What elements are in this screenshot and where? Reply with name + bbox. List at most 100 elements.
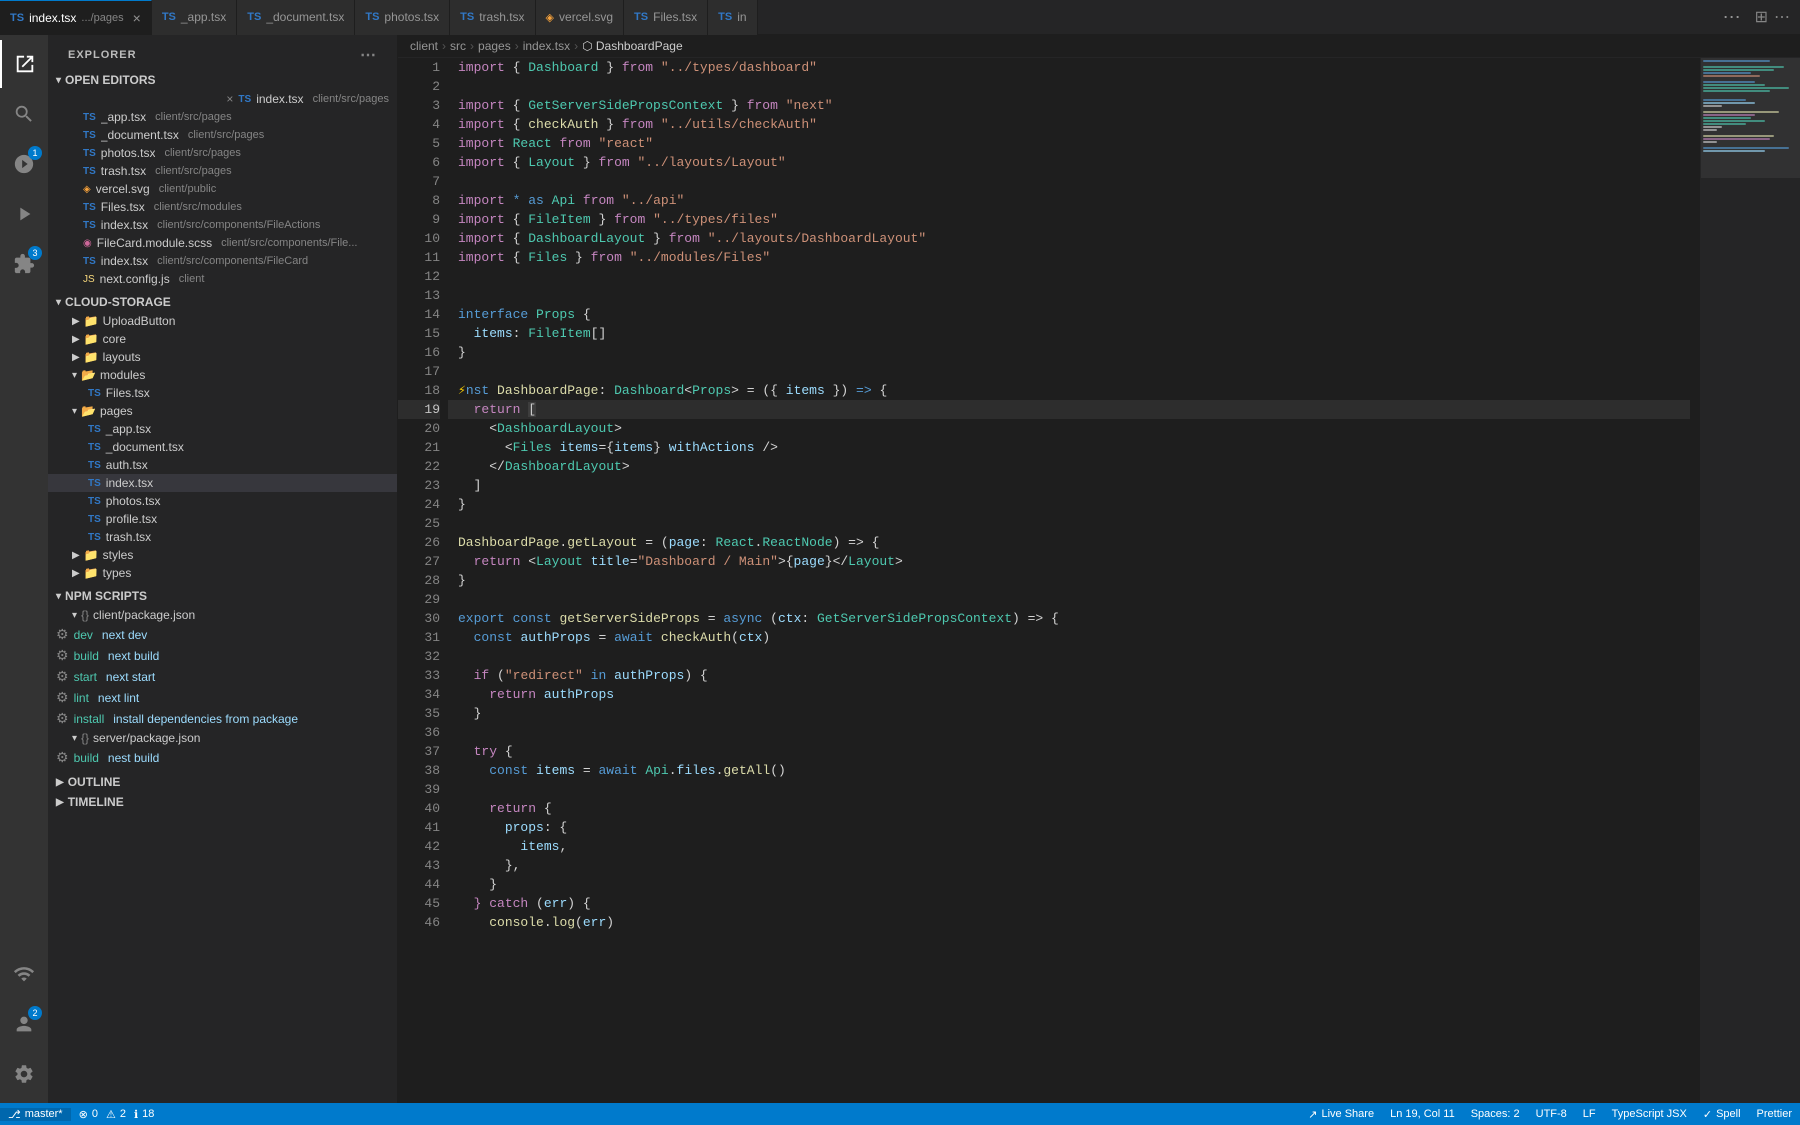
folder-item-modules[interactable]: ▾ 📂 modules xyxy=(48,366,397,384)
section-open-editors[interactable]: ▾ OPEN EDITORS xyxy=(48,70,397,90)
run-script-icon: ⚙ xyxy=(56,689,69,706)
file-item-trash-tsx[interactable]: TS trash.tsx xyxy=(48,528,397,546)
open-editor-item[interactable]: × TS index.tsx client/src/pages xyxy=(48,90,397,108)
file-item-profile-tsx[interactable]: TS profile.tsx xyxy=(48,510,397,528)
file-item-auth-tsx[interactable]: TS auth.tsx xyxy=(48,456,397,474)
npm-script-build[interactable]: ⚙ build next build xyxy=(48,645,397,666)
npm-script-lint[interactable]: ⚙ lint next lint xyxy=(48,687,397,708)
tab-in[interactable]: TS in xyxy=(708,0,757,35)
tab-photos-tsx[interactable]: TS photos.tsx xyxy=(355,0,450,35)
tab-files-tsx[interactable]: TS Files.tsx xyxy=(624,0,708,35)
tab-trash-tsx[interactable]: TS trash.tsx xyxy=(450,0,535,35)
activity-run[interactable] xyxy=(0,190,48,238)
tab-overflow-button[interactable]: ⋯ xyxy=(1713,7,1751,28)
sidebar-more-button[interactable]: ⋯ xyxy=(360,45,377,65)
folder-arrow-icon: ▾ xyxy=(72,733,77,744)
npm-script-dev[interactable]: ⚙ dev next dev xyxy=(48,624,397,645)
activity-source-control[interactable]: 1 xyxy=(0,140,48,188)
ts-file-icon: TS xyxy=(88,532,101,543)
section-arrow-icon: ▶ xyxy=(56,777,64,788)
open-editor-item[interactable]: TS _app.tsx client/src/pages xyxy=(48,108,397,126)
code-editor[interactable]: import { Dashboard } from "../types/dash… xyxy=(448,58,1700,1103)
section-timeline[interactable]: ▶ TIMELINE xyxy=(48,792,397,812)
file-item-document-tsx[interactable]: TS _document.tsx xyxy=(48,438,397,456)
tab-index-tsx[interactable]: TS index.tsx .../pages × xyxy=(0,0,152,35)
npm-script-nest-build[interactable]: ⚙ build nest build xyxy=(48,747,397,768)
prettier-status[interactable]: Prettier xyxy=(1749,1108,1800,1120)
eol-status[interactable]: LF xyxy=(1575,1108,1604,1120)
ts-file-icon: TS xyxy=(238,94,251,105)
activity-settings[interactable] xyxy=(0,1050,48,1098)
more-actions-icon[interactable]: ⋯ xyxy=(1774,7,1790,27)
warning-icon: ⚠ xyxy=(106,1108,116,1121)
ts-file-icon: TS xyxy=(83,202,96,213)
open-editor-item[interactable]: ◉ FileCard.module.scss client/src/compon… xyxy=(48,234,397,252)
activity-search[interactable] xyxy=(0,90,48,138)
errors-warnings-status[interactable]: ⊗ 0 ⚠ 2 ℹ 18 xyxy=(71,1108,163,1121)
open-editor-item[interactable]: TS index.tsx client/src/components/FileC… xyxy=(48,252,397,270)
open-editor-item[interactable]: TS Files.tsx client/src/modules xyxy=(48,198,397,216)
folder-icon: 📁 xyxy=(84,566,99,580)
open-editor-item[interactable]: JS next.config.js client xyxy=(48,270,397,288)
npm-group-client[interactable]: ▾ {} client/package.json xyxy=(48,606,397,624)
tab-document-tsx[interactable]: TS _document.tsx xyxy=(237,0,355,35)
close-icon[interactable]: × xyxy=(226,92,233,106)
ts-file-icon: TS xyxy=(88,514,101,525)
git-branch-status[interactable]: ⎇ master* xyxy=(0,1108,71,1121)
ts-file-icon: TS xyxy=(634,11,648,23)
open-editor-item[interactable]: ◈ vercel.svg client/public xyxy=(48,180,397,198)
tab-label: trash.tsx xyxy=(479,10,524,24)
activity-account[interactable]: 2 xyxy=(0,1000,48,1048)
git-branch-icon: ⎇ xyxy=(8,1108,21,1121)
file-item-app-tsx[interactable]: TS _app.tsx xyxy=(48,420,397,438)
open-editor-item[interactable]: TS photos.tsx client/src/pages xyxy=(48,144,397,162)
tab-vercel-svg[interactable]: ◈ vercel.svg xyxy=(536,0,625,35)
indentation-status[interactable]: Spaces: 2 xyxy=(1463,1108,1528,1120)
activity-remote[interactable] xyxy=(0,950,48,998)
section-npm-scripts[interactable]: ▾ NPM SCRIPTS xyxy=(48,586,397,606)
file-item-photos-tsx[interactable]: TS photos.tsx xyxy=(48,492,397,510)
section-cloud-storage[interactable]: ▾ CLOUD-STORAGE xyxy=(48,292,397,312)
folder-item-upload-button[interactable]: ▶ 📁 UploadButton xyxy=(48,312,397,330)
encoding-status[interactable]: UTF-8 xyxy=(1528,1108,1575,1120)
ts-file-icon: TS xyxy=(10,12,24,24)
activity-explorer[interactable] xyxy=(0,40,48,88)
run-script-icon: ⚙ xyxy=(56,647,69,664)
activity-extensions[interactable]: 3 xyxy=(0,240,48,288)
js-file-icon: JS xyxy=(83,274,95,285)
section-arrow-icon: ▾ xyxy=(56,591,61,602)
language-status[interactable]: TypeScript JSX xyxy=(1604,1108,1695,1120)
file-item-files-tsx[interactable]: TS Files.tsx xyxy=(48,384,397,402)
ts-file-icon: TS xyxy=(83,256,96,267)
npm-script-start[interactable]: ⚙ start next start xyxy=(48,666,397,687)
file-item-index-tsx[interactable]: TS index.tsx xyxy=(48,474,397,492)
minimap[interactable] xyxy=(1700,58,1800,1103)
split-editor-icon[interactable]: ⊞ xyxy=(1755,7,1768,27)
npm-script-install[interactable]: ⚙ install install dependencies from pack… xyxy=(48,708,397,729)
tab-app-tsx[interactable]: TS _app.tsx xyxy=(152,0,237,35)
tab-bar: TS index.tsx .../pages × TS _app.tsx TS … xyxy=(0,0,1800,35)
svg-file-icon: ◈ xyxy=(83,184,91,195)
cursor-position-status[interactable]: Ln 19, Col 11 xyxy=(1382,1108,1463,1120)
folder-arrow-icon: ▶ xyxy=(72,316,80,327)
section-outline[interactable]: ▶ OUTLINE xyxy=(48,772,397,792)
folder-item-types[interactable]: ▶ 📁 types xyxy=(48,564,397,582)
open-editor-item[interactable]: TS _document.tsx client/src/pages xyxy=(48,126,397,144)
close-icon[interactable]: × xyxy=(133,10,141,26)
ts-file-icon: TS xyxy=(83,148,96,159)
spell-check-status[interactable]: ✓ Spell xyxy=(1695,1108,1749,1121)
folder-item-core[interactable]: ▶ 📁 core xyxy=(48,330,397,348)
line-numbers: 123 456 789 101112 131415 161718 19 2021… xyxy=(398,58,448,1103)
folder-item-styles[interactable]: ▶ 📁 styles xyxy=(48,546,397,564)
folder-item-layouts[interactable]: ▶ 📁 layouts xyxy=(48,348,397,366)
open-editor-item[interactable]: TS index.tsx client/src/components/FileA… xyxy=(48,216,397,234)
open-editor-item[interactable]: TS trash.tsx client/src/pages xyxy=(48,162,397,180)
status-bar: ⎇ master* ⊗ 0 ⚠ 2 ℹ 18 ↗ Live Share Ln 1… xyxy=(0,1103,1800,1125)
live-share-status[interactable]: ↗ Live Share xyxy=(1300,1108,1382,1121)
ts-file-icon: TS xyxy=(88,478,101,489)
folder-item-pages[interactable]: ▾ 📂 pages xyxy=(48,402,397,420)
ts-file-icon: TS xyxy=(88,460,101,471)
tab-label: photos.tsx xyxy=(384,10,439,24)
npm-group-server[interactable]: ▾ {} server/package.json xyxy=(48,729,397,747)
tab-label: Files.tsx xyxy=(653,10,697,24)
